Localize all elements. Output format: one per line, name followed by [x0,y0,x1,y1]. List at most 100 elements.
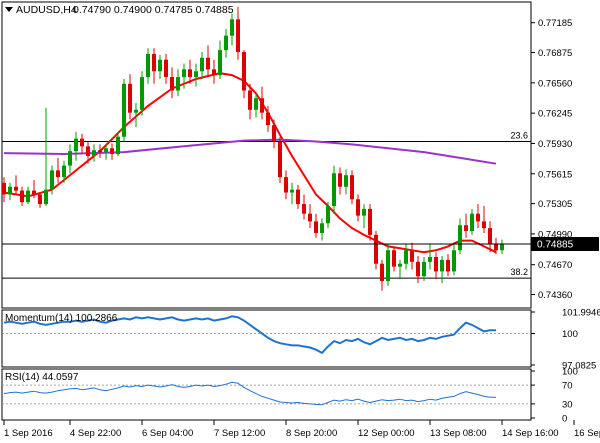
rsi-title: RSI(14) 44.0597 [5,372,79,383]
momentum-tick-label: 101.9946 [562,308,600,319]
candle-bull [158,59,162,72]
candle-bear [434,257,438,272]
rsi-tick-label: 70 [562,381,573,392]
candle-bear [494,244,498,251]
candle-bear [446,259,450,272]
candle-bear [302,204,306,214]
candle-bull [224,35,228,51]
candle-bear [410,250,414,262]
candle-bear [392,250,396,267]
time-tick-label: 1 Sep 2016 [4,428,53,439]
candle-bull [230,19,234,36]
candle-bull [182,69,186,78]
candle-bear [188,69,192,78]
candle-bear [314,221,318,233]
time-tick-label: 14 Sep 16:00 [502,428,559,439]
candle-bear [278,141,282,178]
time-tick-label: 4 Sep 22:00 [70,428,121,439]
time-tick-label: 13 Sep 08:00 [430,428,487,439]
candle-bear [242,52,246,91]
candle-bear [350,175,354,200]
price-tick-label: 0.74360 [538,290,572,301]
candle-bear [368,208,372,235]
candle-bull [290,189,294,193]
candle-bull [140,77,144,110]
time-tick-label: 7 Sep 12:00 [214,428,265,439]
candle-bull [428,257,432,262]
candle-bear [380,263,384,282]
candle-bull [404,250,408,264]
candle-bull [50,170,54,190]
candle-bull [68,151,72,166]
time-tick-label: 8 Sep 20:00 [286,428,337,439]
candle-bull [326,206,330,224]
candle-bear [98,150,102,153]
candle-bull [344,175,348,187]
candle-bull [194,71,198,78]
price-tick-label: 0.75305 [538,199,572,210]
ohlc-readout: 0.74790 0.74900 0.74785 0.74885 [73,4,234,16]
candle-bear [128,83,132,113]
candle-bull [218,50,222,76]
candle-bear [374,234,378,264]
momentum-tick-label: 100 [562,329,578,340]
candle-bear [266,112,270,126]
candle-bull [254,98,258,110]
candle-bear [236,19,240,53]
candle-bear [170,77,174,91]
candle-bear [476,213,480,222]
candle-bull [44,189,48,205]
price-tick-label: 0.74670 [538,260,572,271]
candle-bear [488,228,492,245]
candle-bull [200,57,204,72]
time-tick-label: 16 Sep 00:00 [574,428,600,439]
candle-bear [248,90,252,110]
candle-bear [32,190,36,195]
candle-bear [416,261,420,277]
candle-bull [134,109,138,113]
candle-bull [362,208,366,216]
candle-bear [482,221,486,229]
candle-bull [452,250,456,272]
candle-bull [422,261,426,277]
candle-bear [14,186,18,191]
price-tick-label: 0.77185 [538,18,572,29]
candle-bear [296,189,300,205]
candle-bull [398,263,402,267]
chart-window: 23.6 38.2 AUDUSD,H4 0.74790 0.74900 0.747… [0,0,600,443]
candle-bear [86,146,90,156]
candle-bear [56,170,60,178]
candle-bull [500,243,504,251]
candle-bull [26,190,30,203]
candle-bull [104,148,108,153]
momentum-title: Momentum(14) 100.2866 [5,313,118,324]
candle-bull [146,53,150,78]
candle-bear [212,69,216,76]
candle-bull [122,83,126,137]
candle-bull [440,259,444,272]
candle-bear [38,194,42,205]
price-tick-label: 0.76245 [538,109,572,120]
price-tick-label: 0.76560 [538,78,572,89]
candle-bull [332,173,336,206]
candle-bull [74,138,78,152]
rsi-tick-label: 100 [562,367,578,378]
candle-bear [2,182,6,195]
price-tick-label: 0.75930 [538,139,572,150]
candle-bear [110,148,114,155]
candle-bear [260,98,264,113]
candle-bear [338,173,342,187]
symbol-title: AUDUSD,H4 [16,4,77,16]
candle-bull [458,225,462,251]
fib-level-label: 38.2 [510,267,528,277]
rsi-tick-label: 30 [562,399,573,410]
candle-bull [386,250,390,282]
fib-level-label: 23.6 [510,131,528,141]
candle-bear [356,199,360,216]
candle-bear [308,213,312,222]
candle-bear [164,59,168,78]
price-tick-label: 0.75615 [538,169,572,180]
candle-bull [92,150,96,156]
candle-bear [272,125,276,142]
candle-bear [152,53,156,72]
